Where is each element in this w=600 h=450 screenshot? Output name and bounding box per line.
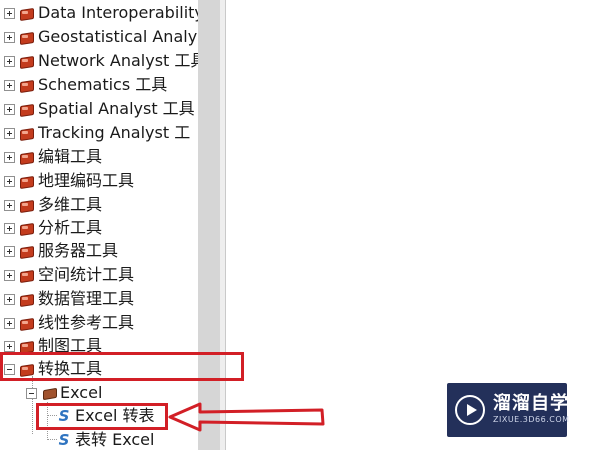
toolset-label: Excel <box>60 383 103 402</box>
toolbox-label: 服务器工具 <box>38 241 119 260</box>
toolbox-label: 地理编码工具 <box>38 171 135 190</box>
script-icon: S <box>58 431 70 449</box>
toolbox-label: 线性参考工具 <box>38 313 135 332</box>
toolbox-item-server[interactable]: 服务器工具 <box>0 239 198 263</box>
expand-icon[interactable] <box>4 151 15 163</box>
toolbox-label: Tracking Analyst 工 <box>38 123 191 142</box>
toolbox-item-tracking-analyst[interactable]: Tracking Analyst 工 <box>0 121 198 145</box>
toolbox-icon <box>19 55 33 67</box>
toolbox-label: Geostatistical Analys <box>38 27 198 46</box>
expand-icon[interactable] <box>4 79 15 91</box>
tool-item-table-to-excel[interactable]: S 表转 Excel <box>57 428 155 450</box>
toolbox-icon <box>19 222 33 234</box>
toolbox-item-data-interoperability[interactable]: Data Interoperability <box>0 1 198 25</box>
toolset-item-excel[interactable]: Excel <box>26 381 102 405</box>
watermark-brand: 溜溜自学 <box>493 393 569 414</box>
toolbox-item-geostatistical-analyst[interactable]: Geostatistical Analys <box>0 25 198 49</box>
toolbox-item-spatial-analyst[interactable]: Spatial Analyst 工具 <box>0 97 198 121</box>
expand-icon[interactable] <box>4 340 15 352</box>
toolbox-icon <box>19 317 33 329</box>
toolbox-item-schematics[interactable]: Schematics 工具 <box>0 73 198 97</box>
toolbox-icon <box>19 269 33 281</box>
expand-icon[interactable] <box>4 317 15 329</box>
expand-icon[interactable] <box>4 245 15 257</box>
expand-icon[interactable] <box>4 7 15 19</box>
play-logo-icon <box>455 395 485 425</box>
toolbox-icon <box>19 199 33 211</box>
expand-icon[interactable] <box>4 127 15 139</box>
toolbox-icon <box>19 103 33 115</box>
toolbox-icon <box>19 293 33 305</box>
toolbox-item-network-analyst[interactable]: Network Analyst 工具 <box>0 49 198 73</box>
toolbox-icon <box>19 151 33 163</box>
toolbox-item-analysis[interactable]: 分析工具 <box>0 216 198 240</box>
collapse-icon[interactable] <box>26 387 37 399</box>
expand-icon[interactable] <box>4 55 15 67</box>
expand-icon[interactable] <box>4 175 15 187</box>
expand-icon[interactable] <box>4 31 15 43</box>
tree-connector <box>47 439 57 440</box>
tool-label: 表转 Excel <box>75 430 155 449</box>
watermark-badge: 溜溜自学 ZIXUE.3D66.COM <box>447 383 570 437</box>
toolbox-icon <box>19 31 33 43</box>
highlight-box-excel-to-table <box>36 403 168 430</box>
toolbox-label: 编辑工具 <box>38 147 103 166</box>
expand-icon[interactable] <box>4 199 15 211</box>
toolbox-item-spatial-statistics[interactable]: 空间统计工具 <box>0 263 198 287</box>
toolbox-icon <box>19 245 33 257</box>
toolbox-item-linear-referencing[interactable]: 线性参考工具 <box>0 311 198 335</box>
toolbox-label: 数据管理工具 <box>38 289 135 308</box>
toolbox-label: Spatial Analyst 工具 <box>38 99 195 118</box>
toolbox-label: Network Analyst 工具 <box>38 51 198 70</box>
toolbox-icon <box>19 127 33 139</box>
expand-icon[interactable] <box>4 103 15 115</box>
toolbox-item-geocoding[interactable]: 地理编码工具 <box>0 169 198 193</box>
toolbox-icon <box>19 7 33 19</box>
toolbox-item-data-management[interactable]: 数据管理工具 <box>0 287 198 311</box>
toolbox-item-multidimension[interactable]: 多维工具 <box>0 193 198 217</box>
pointer-arrow-icon <box>168 402 325 432</box>
toolbox-label: 多维工具 <box>38 195 103 214</box>
toolbox-item-editing[interactable]: 编辑工具 <box>0 145 198 169</box>
expand-icon[interactable] <box>4 269 15 281</box>
toolset-icon <box>42 387 56 399</box>
toolbox-label: Data Interoperability <box>38 3 198 22</box>
expand-icon[interactable] <box>4 222 15 234</box>
highlight-box-conversion <box>0 352 244 381</box>
toolbox-label: 分析工具 <box>38 218 103 237</box>
watermark-site: ZIXUE.3D66.COM <box>493 415 570 424</box>
toolbox-label: Schematics 工具 <box>38 75 168 94</box>
toolbox-icon <box>19 79 33 91</box>
expand-icon[interactable] <box>4 293 15 305</box>
toolbox-icon <box>19 340 33 352</box>
toolbox-tree: Data Interoperability Geostatistical Ana… <box>0 0 226 450</box>
toolbox-icon <box>19 175 33 187</box>
toolbox-label: 空间统计工具 <box>38 265 135 284</box>
vertical-scrollbar[interactable] <box>198 0 220 450</box>
